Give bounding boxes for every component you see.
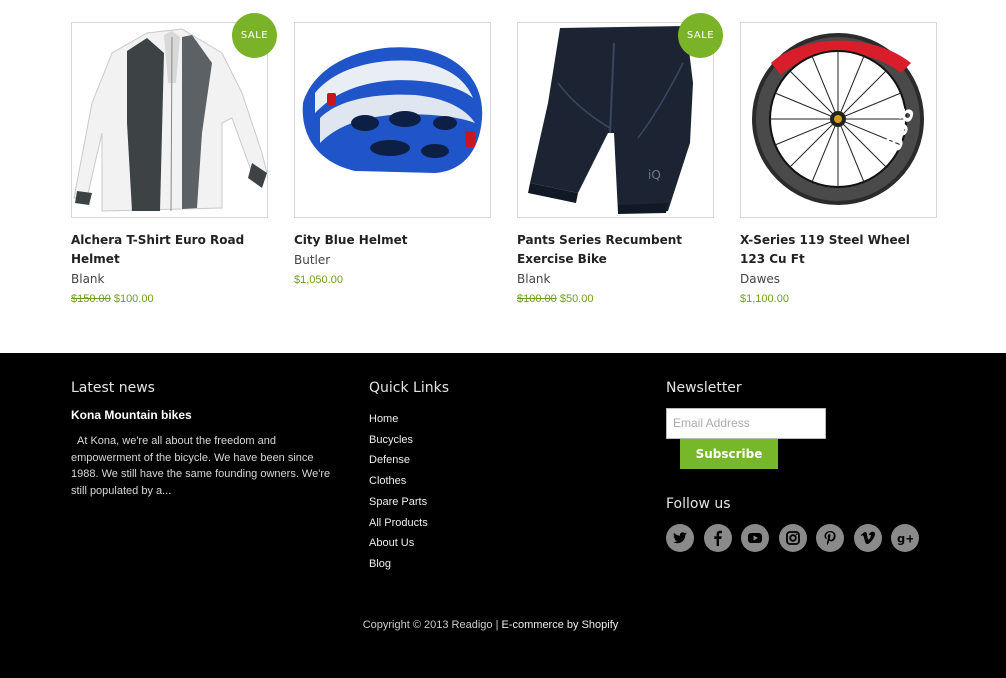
product-image-link[interactable]: SALE xyxy=(71,13,277,218)
instagram-icon[interactable] xyxy=(778,524,807,552)
product-vendor: Butler xyxy=(294,253,331,267)
footer-link-bucycles[interactable]: Bucycles xyxy=(369,430,428,451)
svg-text:iQ: iQ xyxy=(648,168,661,182)
product-price: $100.00 $50.00 xyxy=(517,289,714,309)
product-vendor: Blank xyxy=(71,272,105,286)
footer-link-clothes[interactable]: Clothes xyxy=(369,471,428,492)
shopify-link[interactable]: E-commerce by Shopify xyxy=(502,619,619,631)
sale-price: $1,100.00 xyxy=(740,293,789,305)
email-field[interactable]: Email Address xyxy=(666,408,826,439)
google-plus-icon[interactable]: g+ xyxy=(891,524,919,552)
subscribe-button[interactable]: Subscribe xyxy=(680,439,778,469)
blue-helmet-image xyxy=(302,47,483,174)
newsletter-heading: Newsletter xyxy=(666,380,742,396)
product-image-link[interactable]: iQ SALE xyxy=(517,13,723,218)
sale-badge: SALE xyxy=(232,13,277,58)
compare-at-price: $100.00 xyxy=(517,293,557,305)
footer-link-all-products[interactable]: All Products xyxy=(369,513,428,534)
sale-badge: SALE xyxy=(678,13,723,58)
site-footer: Latest news Kona Mountain bikes At Kona,… xyxy=(0,353,1006,678)
social-links: g+ xyxy=(666,524,919,552)
product-image-link[interactable]: 808 xyxy=(740,22,937,218)
latest-news-heading: Latest news xyxy=(71,380,155,396)
quick-links-list: Home Bucycles Defense Clothes Spare Part… xyxy=(369,409,428,575)
sale-price: $50.00 xyxy=(559,293,594,305)
product-card: 808 X-Series 119 Steel Wheel 123 Cu Ft D… xyxy=(740,22,937,309)
product-card: SALE Alchera T-Shirt Euro Road Helmet Bl… xyxy=(71,13,277,309)
sale-price: $1,050.00 xyxy=(294,274,343,286)
footer-link-about-us[interactable]: About Us xyxy=(369,533,428,554)
product-card: iQ SALE Pants Series Recumbent Exercise … xyxy=(517,13,723,309)
vimeo-icon[interactable] xyxy=(853,524,882,552)
quick-links-heading: Quick Links xyxy=(369,380,450,396)
white-jacket-image xyxy=(73,28,267,212)
product-vendor: Blank xyxy=(517,272,551,286)
news-post-title[interactable]: Kona Mountain bikes xyxy=(71,408,192,422)
facebook-icon[interactable] xyxy=(703,524,732,552)
copyright-text: Copyright © 2013 Readigo | xyxy=(362,619,499,631)
svg-text:g+: g+ xyxy=(897,532,913,546)
product-title-link[interactable]: Alchera T-Shirt Euro Road Helmet xyxy=(71,231,268,269)
product-vendor: Dawes xyxy=(740,272,781,286)
product-price: $1,050.00 xyxy=(294,270,491,290)
follow-us-heading: Follow us xyxy=(666,496,731,512)
product-grid: SALE Alchera T-Shirt Euro Road Helmet Bl… xyxy=(71,13,941,353)
compare-at-price: $150.00 xyxy=(71,293,111,305)
pinterest-icon[interactable] xyxy=(816,524,844,552)
product-image-link[interactable] xyxy=(294,22,491,218)
product-price: $150.00 $100.00 xyxy=(71,289,268,309)
news-post-excerpt: At Kona, we're all about the freedom and… xyxy=(71,435,331,497)
footer-link-blog[interactable]: Blog xyxy=(369,554,428,575)
footer-link-home[interactable]: Home xyxy=(369,409,428,430)
twitter-icon[interactable] xyxy=(666,524,694,552)
product-card: City Blue Helmet Butler $1,050.00 xyxy=(294,22,491,290)
cycling-shorts-image: iQ xyxy=(528,26,693,214)
sale-price: $100.00 xyxy=(113,293,154,305)
product-title-link[interactable]: X-Series 119 Steel Wheel 123 Cu Ft xyxy=(740,231,937,269)
product-title-link[interactable]: Pants Series Recumbent Exercise Bike xyxy=(517,231,714,269)
footer-link-spare-parts[interactable]: Spare Parts xyxy=(369,492,428,513)
product-title-link[interactable]: City Blue Helmet xyxy=(294,231,491,250)
footer-link-defense[interactable]: Defense xyxy=(369,450,428,471)
carbon-wheel-image: 808 xyxy=(752,33,924,205)
youtube-icon[interactable] xyxy=(741,524,769,552)
copyright-bar: Copyright © 2013 Readigo | E-commerce by… xyxy=(0,619,981,631)
product-price: $1,100.00 xyxy=(740,289,937,309)
